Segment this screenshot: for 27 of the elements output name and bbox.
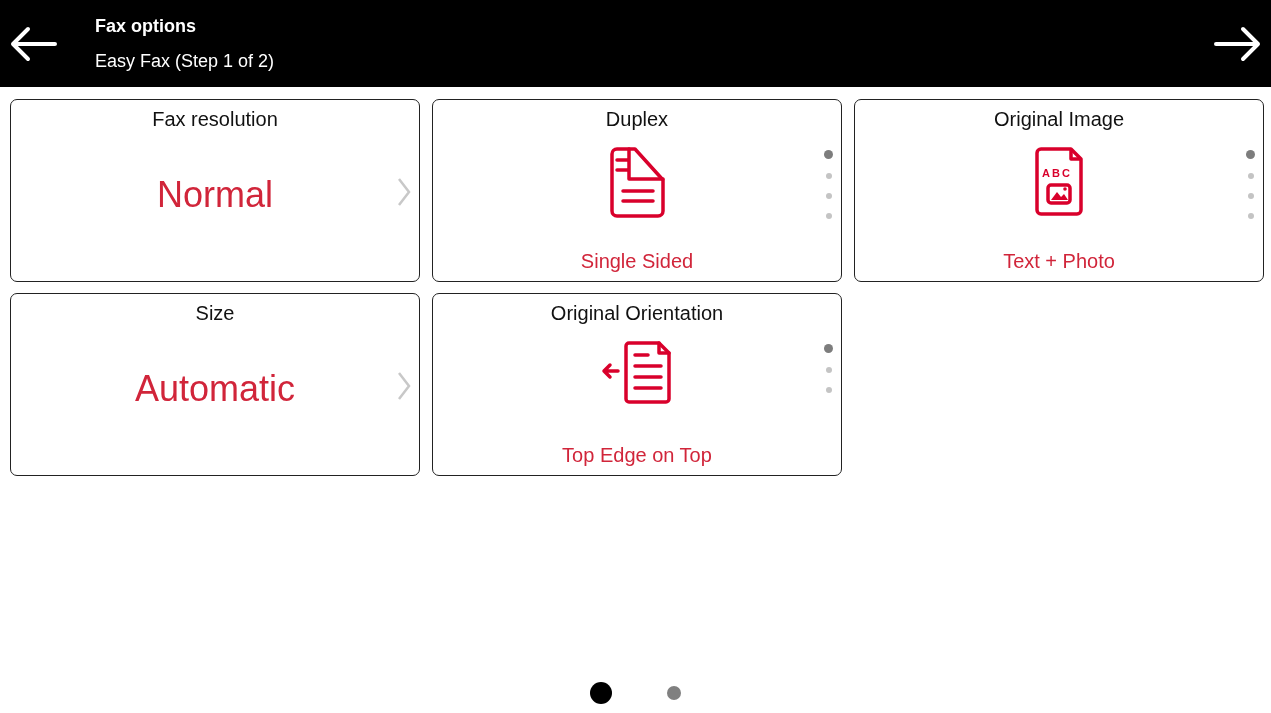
icon-label: ABC bbox=[1042, 167, 1072, 179]
option-tile[interactable]: Original Orientation Top Edge on Top bbox=[432, 293, 842, 476]
tile-value: Automatic bbox=[134, 368, 296, 410]
option-tile[interactable]: Original Image ABC Text + Photo bbox=[854, 99, 1264, 282]
chevron-right-icon bbox=[397, 177, 411, 207]
tile-title: Size bbox=[195, 302, 235, 325]
page-indicator-dot[interactable] bbox=[590, 682, 612, 704]
document-image-icon bbox=[1034, 147, 1084, 217]
page-indicator-dot[interactable] bbox=[667, 686, 681, 700]
tile-title: Duplex bbox=[605, 108, 669, 131]
tile-title: Original Orientation bbox=[550, 302, 724, 325]
option-tile[interactable]: Size Automatic bbox=[10, 293, 420, 476]
page-subtitle: Easy Fax (Step 1 of 2) bbox=[95, 50, 276, 72]
tile-value: Top Edge on Top bbox=[562, 444, 712, 467]
forward-arrow-icon bbox=[1213, 25, 1263, 62]
back-arrow-icon bbox=[8, 25, 58, 62]
document-icon bbox=[607, 147, 667, 219]
tile-title: Fax resolution bbox=[152, 108, 278, 131]
option-tile[interactable]: Duplex Single Sided bbox=[432, 99, 842, 282]
tile-value: Normal bbox=[157, 174, 273, 216]
chevron-right-icon bbox=[397, 371, 411, 401]
tile-value: Text + Photo bbox=[1003, 250, 1115, 273]
option-tile[interactable]: Fax resolution Normal bbox=[10, 99, 420, 282]
tile-title: Original Image bbox=[993, 108, 1125, 131]
tile-value: Single Sided bbox=[580, 250, 694, 273]
document-left-arrow-icon bbox=[601, 341, 673, 405]
page-title: Fax options bbox=[95, 15, 197, 37]
